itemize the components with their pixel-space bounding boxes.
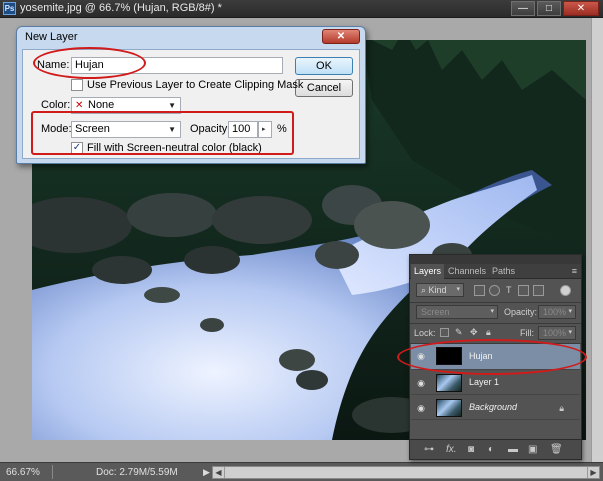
filter-kind-value: Kind: [428, 285, 447, 295]
layer-fill-value: 100%: [543, 328, 567, 338]
mode-select[interactable]: Screen ▼: [71, 121, 181, 138]
layer-fill-input[interactable]: 100% ▾: [538, 326, 576, 340]
photoshop-app-icon: Ps: [3, 2, 16, 15]
chevron-down-icon: ▾: [568, 329, 572, 336]
clipping-mask-checkbox[interactable]: [71, 79, 83, 91]
panel-tabs: Layers Channels Paths ≡: [410, 264, 581, 279]
minimize-button[interactable]: —: [511, 1, 535, 16]
eye-icon[interactable]: ◉: [415, 350, 427, 362]
horizontal-scrollbar[interactable]: ◀ ▶: [212, 466, 600, 479]
document-titlebar: Ps yosemite.jpg @ 66.7% (Hujan, RGB/8#) …: [0, 0, 603, 18]
layers-panel: Layers Channels Paths ≡ ⌕ Kind ▾ T Scree…: [409, 254, 582, 460]
cancel-button[interactable]: Cancel: [295, 79, 353, 97]
maximize-button[interactable]: □: [537, 1, 561, 16]
dialog-body: Name: Hujan OK Cancel Use Previous Layer…: [22, 49, 360, 159]
panel-grip[interactable]: [410, 255, 581, 264]
lock-all-icon[interactable]: 🔒︎: [486, 327, 491, 338]
link-icon[interactable]: ⊶: [424, 444, 434, 455]
photoshop-workspace: Ps yosemite.jpg @ 66.7% (Hujan, RGB/8#) …: [0, 0, 603, 481]
status-menu-arrow-icon[interactable]: ▶: [203, 467, 210, 478]
tab-layers[interactable]: Layers: [414, 266, 441, 276]
filter-toggle-icon[interactable]: [560, 285, 571, 296]
layer-opacity-value: 100%: [543, 307, 567, 317]
status-separator: [52, 465, 53, 479]
opacity-label: Opacity:: [190, 123, 231, 135]
blend-mode-value: Screen: [421, 307, 450, 317]
layer-name: Background: [469, 402, 518, 412]
dialog-title: New Layer: [25, 31, 78, 43]
color-label: Color:: [41, 99, 71, 111]
filter-type-icon[interactable]: T: [506, 285, 512, 295]
layers-panel-footer: ⊶ fx. ◙ ◐ ▬ ▣ 🗑︎: [410, 439, 581, 459]
layer-thumbnail: [436, 347, 462, 365]
chevron-down-icon: ▾: [568, 308, 572, 315]
filter-kind-select[interactable]: ⌕ Kind ▾: [416, 283, 464, 297]
color-select[interactable]: ✕ None ▼: [71, 97, 181, 114]
layer-opacity-input[interactable]: 100% ▾: [538, 305, 576, 319]
fill-neutral-label: Fill with Screen-neutral color (black): [87, 142, 262, 154]
document-size: Doc: 2.79M/5.59M: [96, 467, 178, 478]
name-label: Name:: [37, 59, 70, 71]
lock-pixels-icon[interactable]: ✎: [455, 327, 463, 338]
opacity-slider-arrow-icon[interactable]: ▸: [258, 121, 272, 138]
scroll-left-icon[interactable]: ◀: [213, 467, 225, 478]
mode-label: Mode:: [41, 123, 72, 135]
filter-adjustment-icon[interactable]: [489, 285, 500, 296]
chevron-down-icon: ▾: [490, 308, 494, 315]
mode-value: Screen: [75, 123, 110, 135]
folder-icon[interactable]: ▬: [508, 444, 518, 455]
new-layer-icon[interactable]: ▣: [528, 444, 537, 455]
ok-button[interactable]: OK: [295, 57, 353, 75]
vertical-scrollbar[interactable]: [591, 18, 603, 462]
layer-name: Layer 1: [469, 377, 500, 387]
tab-channels[interactable]: Channels: [448, 266, 486, 276]
panel-divider: [410, 323, 581, 324]
fill-label: Fill:: [520, 328, 534, 338]
dialog-close-button[interactable]: ✕: [322, 29, 360, 44]
scroll-right-icon[interactable]: ▶: [587, 467, 599, 478]
opacity-unit: %: [277, 123, 287, 135]
lock-icon: 🔒︎: [559, 403, 564, 413]
lock-position-icon[interactable]: ✥: [470, 327, 478, 338]
clipping-mask-label: Use Previous Layer to Create Clipping Ma…: [87, 79, 304, 91]
fill-neutral-checkbox[interactable]: ✓: [71, 142, 83, 154]
window-controls: — □ ✕: [511, 1, 599, 17]
filter-smart-object-icon[interactable]: [533, 285, 544, 296]
layer-thumbnail: [436, 399, 462, 417]
lock-transparent-icon[interactable]: [440, 328, 449, 337]
filter-pixel-icon[interactable]: [474, 285, 485, 296]
trash-icon[interactable]: 🗑︎: [550, 444, 563, 455]
lock-label: Lock:: [414, 328, 436, 338]
blend-mode-select[interactable]: Screen ▾: [416, 305, 498, 319]
layer-name-input[interactable]: Hujan: [71, 57, 283, 74]
chevron-down-icon: ▼: [168, 101, 176, 110]
status-bar: 66.67% Doc: 2.79M/5.59M ▶ ◀ ▶: [0, 462, 603, 481]
filter-shape-icon[interactable]: [518, 285, 529, 296]
panel-menu-icon[interactable]: ≡: [572, 266, 577, 276]
color-value: None: [88, 99, 115, 111]
new-layer-dialog: New Layer ✕ Name: Hujan OK Cancel Use Pr…: [16, 26, 366, 164]
chevron-down-icon: ▾: [456, 286, 460, 293]
eye-icon[interactable]: ◉: [415, 377, 427, 389]
close-window-button[interactable]: ✕: [563, 1, 599, 16]
eye-icon[interactable]: ◉: [415, 402, 427, 414]
panel-divider: [410, 302, 581, 303]
filter-search-icon: ⌕: [421, 285, 429, 295]
layer-name: Hujan: [469, 351, 493, 361]
layer-row-hujan[interactable]: ◉ Hujan: [411, 344, 580, 370]
opacity-input[interactable]: 100: [228, 121, 258, 138]
opacity-label: Opacity:: [504, 307, 538, 317]
zoom-level[interactable]: 66.67%: [6, 467, 40, 478]
chevron-down-icon: ▼: [168, 125, 176, 134]
fx-icon[interactable]: fx.: [446, 444, 457, 455]
document-title: yosemite.jpg @ 66.7% (Hujan, RGB/8#) *: [20, 2, 222, 14]
mask-icon[interactable]: ◙: [468, 444, 474, 455]
adjustment-icon[interactable]: ◐: [488, 444, 494, 455]
tab-paths[interactable]: Paths: [492, 266, 515, 276]
layer-row-background[interactable]: ◉ Background 🔒︎: [411, 396, 580, 420]
color-none-icon: ✕: [75, 100, 84, 111]
layer-thumbnail: [436, 374, 462, 392]
layer-row-layer-1[interactable]: ◉ Layer 1: [411, 371, 580, 395]
